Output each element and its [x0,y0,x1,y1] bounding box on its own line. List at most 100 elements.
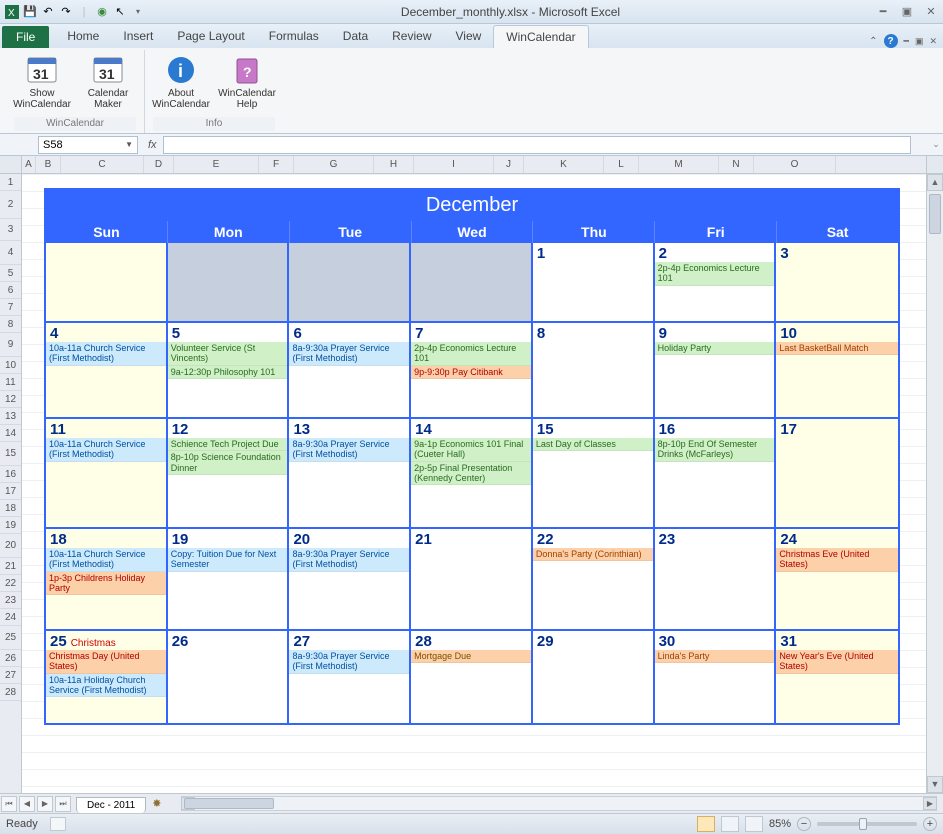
hscroll-thumb[interactable] [184,798,274,809]
calendar-cell-13[interactable]: 138a-9:30a Prayer Service (First Methodi… [289,419,411,527]
calendar-event[interactable]: Christmas Day (United States) [46,650,166,674]
tab-insert[interactable]: Insert [111,25,165,48]
row-header-1[interactable]: 1 [0,174,21,191]
calendar-event[interactable]: Holiday Party [655,342,775,355]
calendar-event[interactable]: 8a-9:30a Prayer Service (First Methodist… [289,342,409,366]
calendar-cell-22[interactable]: 22Donna's Party (Corinthian) [533,529,655,629]
calendar-cell-27[interactable]: 278a-9:30a Prayer Service (First Methodi… [289,631,411,723]
calendar-cell-26[interactable]: 26 [168,631,290,723]
workbook-close-icon[interactable]: ✕ [929,36,937,47]
calendar-cell-12[interactable]: 12Schience Tech Project Due8p-10p Scienc… [168,419,290,527]
col-header-G[interactable]: G [294,156,374,173]
cursor-icon[interactable]: ↖ [112,4,128,20]
tab-page-layout[interactable]: Page Layout [165,25,256,48]
row-header-18[interactable]: 18 [0,500,21,517]
name-box[interactable]: S58 ▼ [38,136,138,154]
more-icon[interactable]: ▾ [130,4,146,20]
calendar-event[interactable]: 8p-10p End Of Semester Drinks (McFarleys… [655,438,775,462]
minimize-button[interactable]: ━ [875,4,891,20]
ribbon-calendar-maker[interactable]: 31Calendar Maker [80,52,136,117]
redo-icon[interactable]: ↷ [58,4,74,20]
calendar-cell-7[interactable]: 72p-4p Economics Lecture 1019p-9:30p Pay… [411,323,533,417]
row-header-17[interactable]: 17 [0,483,21,500]
col-header-N[interactable]: N [719,156,754,173]
tab-review[interactable]: Review [380,25,443,48]
calendar-event[interactable]: 8a-9:30a Prayer Service (First Methodist… [289,548,409,572]
calendar-event[interactable]: 9a-12:30p Philosophy 101 [168,366,288,379]
row-header-13[interactable]: 13 [0,408,21,425]
calendar-cell-23[interactable]: 23 [655,529,777,629]
vscroll-thumb[interactable] [929,194,941,234]
row-header-2[interactable]: 2 [0,191,21,219]
col-header-F[interactable]: F [259,156,294,173]
col-header-A[interactable]: A [22,156,36,173]
calendar-event[interactable]: 10a-11a Holiday Church Service (First Me… [46,674,166,698]
row-header-26[interactable]: 26 [0,650,21,667]
row-header-15[interactable]: 15 [0,442,21,466]
row-header-16[interactable]: 16 [0,466,21,483]
macro-record-icon[interactable] [50,817,66,831]
ribbon-min-icon[interactable]: ⌃ [869,36,877,47]
calendar-event[interactable]: Christmas Eve (United States) [776,548,898,572]
sheet-nav-last[interactable]: ⏭ [55,796,71,812]
tab-view[interactable]: View [444,25,494,48]
view-normal-button[interactable] [697,816,715,832]
globe-icon[interactable]: ◉ [94,4,110,20]
sheet-nav-prev[interactable]: ◀ [19,796,35,812]
tab-data[interactable]: Data [331,25,380,48]
calendar-cell-4[interactable]: 410a-11a Church Service (First Methodist… [46,323,168,417]
zoom-slider-knob[interactable] [859,818,867,830]
calendar-event[interactable]: New Year's Eve (United States) [776,650,898,674]
calendar-cell-30[interactable]: 30Linda's Party [655,631,777,723]
ribbon-about-wincalendar[interactable]: iAbout WinCalendar [153,52,209,117]
formula-input[interactable] [163,136,911,154]
calendar-cell-8[interactable]: 8 [533,323,655,417]
calendar-cell-11[interactable]: 1110a-11a Church Service (First Methodis… [46,419,168,527]
calendar-cell-25[interactable]: 25ChristmasChristmas Day (United States)… [46,631,168,723]
row-header-9[interactable]: 9 [0,333,21,357]
calendar-cell-2[interactable]: 22p-4p Economics Lecture 101 [655,243,777,321]
calendar-event[interactable]: Copy: Tuition Due for Next Semester [168,548,288,572]
calendar-event[interactable]: 8a-9:30a Prayer Service (First Methodist… [289,650,409,674]
calendar-cell-18[interactable]: 1810a-11a Church Service (First Methodis… [46,529,168,629]
calendar-event[interactable]: Mortgage Due [411,650,531,663]
horizontal-scrollbar[interactable]: ◀ ▶ [181,796,937,811]
calendar-cell-3[interactable]: 3 [776,243,898,321]
view-pagelayout-button[interactable] [721,816,739,832]
scroll-up-icon[interactable]: ▲ [927,174,943,191]
row-header-3[interactable]: 3 [0,219,21,241]
calendar-event[interactable]: 2p-4p Economics Lecture 101 [411,342,531,366]
row-header-12[interactable]: 12 [0,391,21,408]
new-sheet-icon[interactable]: ✸ [152,797,161,810]
zoom-in-button[interactable]: + [923,817,937,831]
sheet-nav-first[interactable]: ⏮ [1,796,17,812]
row-header-6[interactable]: 6 [0,282,21,299]
calendar-cell-1[interactable]: 1 [533,243,655,321]
calendar-cell-24[interactable]: 24Christmas Eve (United States) [776,529,898,629]
calendar-cell-29[interactable]: 29 [533,631,655,723]
row-header-7[interactable]: 7 [0,299,21,316]
row-header-22[interactable]: 22 [0,575,21,592]
row-header-28[interactable]: 28 [0,684,21,701]
row-header-20[interactable]: 20 [0,534,21,558]
calendar-event[interactable]: 2p-4p Economics Lecture 101 [655,262,775,286]
calendar-event[interactable]: Schience Tech Project Due [168,438,288,451]
scroll-down-icon[interactable]: ▼ [927,776,943,793]
zoom-level[interactable]: 85% [769,818,791,830]
tab-file[interactable]: File [2,26,49,48]
calendar-cell-28[interactable]: 28Mortgage Due [411,631,533,723]
sheet-canvas[interactable]: December SunMonTueWedThuFriSat 122p-4p E… [22,174,926,793]
zoom-slider[interactable] [817,822,917,826]
calendar-cell-14[interactable]: 149a-1p Economics 101 Final (Cueter Hall… [411,419,533,527]
select-all-corner[interactable] [0,156,22,173]
col-header-J[interactable]: J [494,156,524,173]
col-header-I[interactable]: I [414,156,494,173]
row-header-11[interactable]: 11 [0,374,21,391]
maximize-button[interactable]: ▣ [899,4,915,20]
tab-formulas[interactable]: Formulas [257,25,331,48]
calendar-event[interactable]: Volunteer Service (St Vincents) [168,342,288,366]
calendar-event[interactable]: 10a-11a Church Service (First Methodist) [46,438,166,462]
calendar-cell-20[interactable]: 208a-9:30a Prayer Service (First Methodi… [289,529,411,629]
calendar-event[interactable]: Last BasketBall Match [776,342,898,355]
name-box-dropdown-icon[interactable]: ▼ [125,140,133,149]
